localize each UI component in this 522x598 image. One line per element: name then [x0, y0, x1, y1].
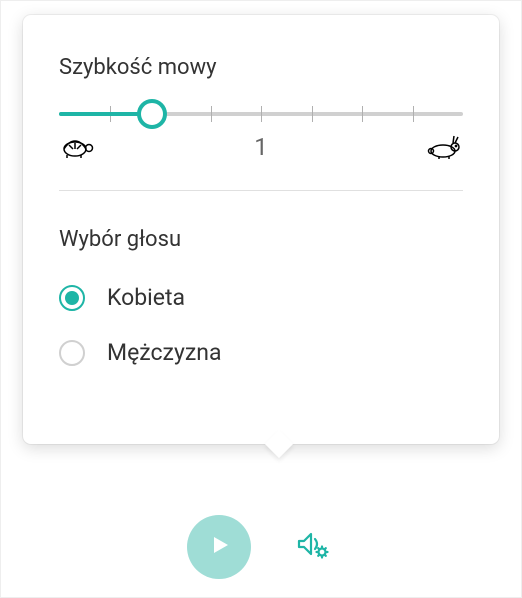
- rabbit-icon: [425, 134, 463, 160]
- play-button[interactable]: [187, 515, 251, 579]
- radio-indicator: [59, 340, 85, 366]
- speed-title: Szybkość mowy: [59, 55, 463, 80]
- audio-settings-button[interactable]: [291, 525, 335, 569]
- play-icon: [206, 532, 232, 562]
- divider: [59, 190, 463, 191]
- radio-label: Mężczyzna: [107, 339, 221, 366]
- voice-option-male[interactable]: Mężczyzna: [59, 339, 463, 366]
- slider-track: [59, 112, 463, 116]
- speed-center-label: 1: [254, 133, 268, 161]
- voice-settings-popup: Szybkość mowy: [23, 15, 499, 444]
- radio-label: Kobieta: [107, 284, 185, 311]
- audio-settings-icon: [295, 527, 331, 567]
- slider-thumb[interactable]: [137, 99, 167, 129]
- speed-slider[interactable]: 1: [59, 112, 463, 160]
- radio-indicator: [59, 285, 85, 311]
- turtle-icon: [59, 135, 95, 159]
- voice-option-female[interactable]: Kobieta: [59, 284, 463, 311]
- bottom-controls: [1, 515, 521, 579]
- voice-radio-group: Kobieta Mężczyzna: [59, 284, 463, 366]
- voice-title: Wybór głosu: [59, 227, 463, 252]
